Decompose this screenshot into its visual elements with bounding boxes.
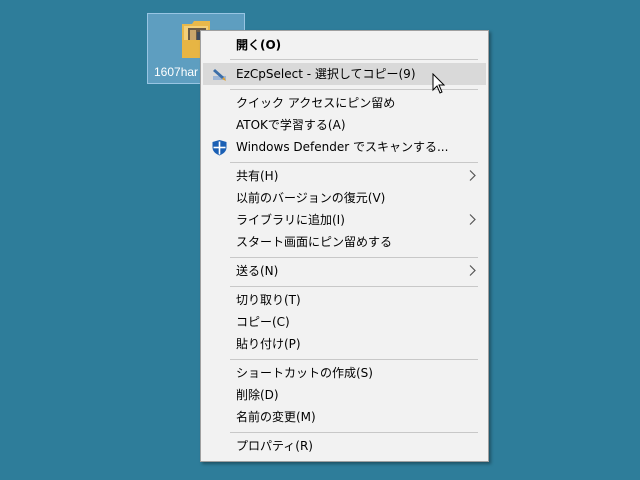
menu-item-pin-start[interactable]: スタート画面にピン留めする (203, 231, 486, 253)
menu-item-delete[interactable]: 削除(D) (203, 384, 486, 406)
chevron-right-icon (469, 265, 476, 276)
menu-item-label: コピー(C) (236, 315, 290, 329)
menu-item-add-to-library[interactable]: ライブラリに追加(I) (203, 209, 486, 231)
menu-item-pin-quick-access[interactable]: クイック アクセスにピン留め (203, 92, 486, 114)
chevron-right-icon (469, 170, 476, 181)
menu-item-label: 名前の変更(M) (236, 410, 316, 424)
menu-separator (230, 432, 478, 433)
menu-item-label: 開く(O) (236, 38, 282, 52)
menu-item-label: スタート画面にピン留めする (236, 235, 393, 249)
chevron-right-icon (469, 214, 476, 225)
menu-item-create-shortcut[interactable]: ショートカットの作成(S) (203, 362, 486, 384)
menu-item-label: ショートカットの作成(S) (236, 366, 373, 380)
menu-item-atok-learn[interactable]: ATOKで学習する(A) (203, 114, 486, 136)
menu-item-label: プロパティ(R) (236, 439, 313, 453)
menu-item-label: 切り取り(T) (236, 293, 301, 307)
folder-label: 1607har (154, 65, 199, 79)
menu-separator (230, 162, 478, 163)
menu-item-label: 共有(H) (236, 169, 279, 183)
defender-shield-icon (212, 140, 227, 156)
ezcpselect-icon (213, 69, 226, 81)
mouse-pointer-icon (432, 73, 446, 94)
menu-item-label: Windows Defender でスキャンする... (236, 140, 449, 154)
menu-separator (230, 359, 478, 360)
menu-separator (230, 59, 478, 60)
menu-item-label: 送る(N) (236, 264, 279, 278)
menu-item-open[interactable]: 開く(O) (203, 34, 486, 56)
menu-item-restore-previous[interactable]: 以前のバージョンの復元(V) (203, 187, 486, 209)
menu-item-label: EzCpSelect - 選択してコピー(9) (236, 67, 416, 81)
menu-item-label: ライブラリに追加(I) (236, 213, 345, 227)
menu-item-share[interactable]: 共有(H) (203, 165, 486, 187)
menu-separator (230, 257, 478, 258)
menu-item-copy[interactable]: コピー(C) (203, 311, 486, 333)
menu-item-label: 以前のバージョンの復元(V) (236, 191, 386, 205)
menu-item-label: 削除(D) (236, 388, 279, 402)
menu-item-properties[interactable]: プロパティ(R) (203, 435, 486, 457)
menu-item-paste[interactable]: 貼り付け(P) (203, 333, 486, 355)
menu-item-label: クイック アクセスにピン留め (236, 96, 396, 110)
menu-item-rename[interactable]: 名前の変更(M) (203, 406, 486, 428)
menu-item-send-to[interactable]: 送る(N) (203, 260, 486, 282)
menu-item-label: 貼り付け(P) (236, 337, 301, 351)
menu-item-cut[interactable]: 切り取り(T) (203, 289, 486, 311)
menu-item-defender-scan[interactable]: Windows Defender でスキャンする... (203, 136, 486, 158)
menu-separator (230, 286, 478, 287)
menu-item-label: ATOKで学習する(A) (236, 118, 346, 132)
